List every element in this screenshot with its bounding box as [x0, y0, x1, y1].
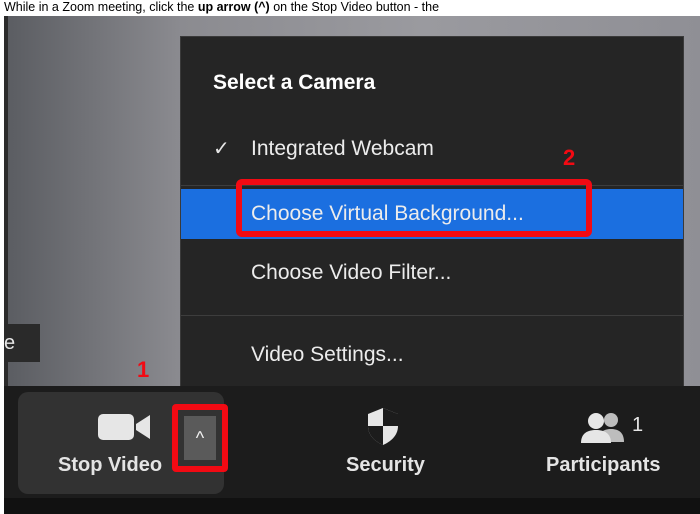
menu-separator: [181, 315, 683, 316]
bottom-strip: [4, 498, 700, 514]
shield-icon: [368, 408, 398, 445]
menu-item-integrated-webcam[interactable]: ✓ Integrated Webcam: [181, 121, 683, 177]
menu-title: Select a Camera: [213, 71, 376, 94]
participants-label: Participants: [546, 454, 661, 476]
step-number-2: 2: [563, 145, 576, 170]
video-camera-icon: [98, 414, 150, 440]
caption-bold-text: up arrow (^): [197, 0, 270, 14]
chevron-up-icon: ^: [184, 416, 216, 460]
stop-video-label: Stop Video: [58, 454, 163, 476]
security-button[interactable]: Security: [304, 392, 464, 494]
video-options-arrow-button[interactable]: ^: [172, 404, 228, 472]
participants-icon: [581, 413, 624, 443]
participants-button[interactable]: 1 Participants: [524, 392, 700, 494]
menu-item-label: Choose Video Filter...: [251, 261, 452, 284]
caption-text-end: on the Stop Video button - the: [269, 0, 440, 14]
menu-item-label: Integrated Webcam: [251, 137, 434, 160]
camera-menu: Select a Camera ✓ Integrated Webcam Choo…: [180, 36, 684, 388]
edge-label: e: [4, 324, 40, 362]
security-label: Security: [346, 454, 425, 476]
meeting-toolbar: Stop Video ^ Security 1 Participants: [4, 386, 700, 498]
checkmark-icon: ✓: [213, 138, 230, 160]
menu-item-choose-video-filter[interactable]: Choose Video Filter...: [181, 245, 683, 301]
caption-text-start: While in a Zoom meeting, click the: [4, 0, 198, 14]
highlight-box-step-2: [236, 179, 592, 237]
zoom-meeting-screenshot: e Select a Camera ✓ Integrated Webcam Ch…: [4, 16, 700, 514]
step-number-1: 1: [137, 357, 150, 382]
participants-count: 1: [632, 414, 644, 436]
menu-item-video-settings[interactable]: Video Settings...: [181, 327, 683, 383]
instruction-caption: While in a Zoom meeting, click the up ar…: [4, 0, 700, 16]
menu-item-label: Video Settings...: [251, 343, 404, 366]
